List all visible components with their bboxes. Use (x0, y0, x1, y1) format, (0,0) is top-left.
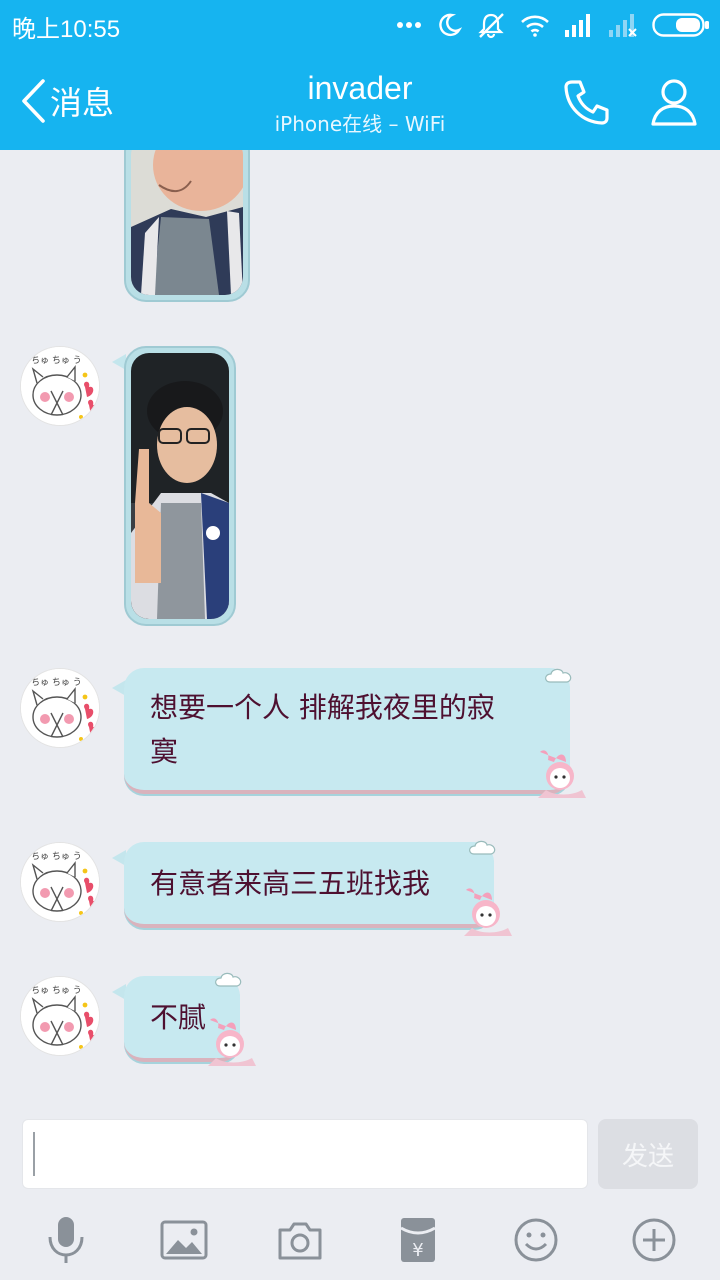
photo-selfie (131, 353, 229, 619)
melody-sticker-icon (538, 750, 586, 798)
signal-off-icon (609, 14, 637, 37)
avatar[interactable]: ちゅ ちゅ う (20, 346, 100, 426)
signal-icon (565, 14, 590, 37)
mute-icon (478, 13, 504, 39)
melody-sticker-icon (208, 1018, 256, 1066)
microphone-icon (48, 1217, 84, 1263)
status-time: 晚上10:55 (12, 16, 121, 43)
plus-icon (632, 1218, 676, 1262)
input-toolbar: ¥ (0, 1200, 720, 1280)
svg-text:ちゅ ちゅ う: ちゅ ちゅ う (31, 677, 82, 688)
emoji-icon (514, 1218, 558, 1262)
image-picker-button[interactable] (156, 1214, 212, 1266)
message-text: 不腻 (150, 1001, 207, 1034)
avatar[interactable]: ちゅ ちゅ う (20, 842, 100, 922)
send-button[interactable]: 发送 (598, 1119, 698, 1189)
chat-title: invader iPhone在线 – WiFi (200, 68, 520, 138)
message-text: 有意者来高三五班找我 (150, 867, 431, 900)
avatar[interactable]: ちゅ ちゅ う (20, 976, 100, 1056)
contact-status: iPhone在线 – WiFi (274, 112, 446, 136)
message-text-line: 寞 (150, 735, 179, 768)
battery-icon (652, 13, 709, 37)
emoji-button[interactable] (508, 1214, 564, 1266)
melody-sticker-icon (464, 888, 512, 936)
cloud-sticker-icon (215, 972, 242, 987)
chat-area[interactable]: ちゅ ちゅ う ちゅ ちゅ う 想要一个人 排解我夜里的寂 寞 ちゅ ちゅ う … (0, 150, 720, 1100)
text-message[interactable]: 有意者来高三五班找我 (124, 842, 494, 928)
text-message[interactable]: 想要一个人 排解我夜里的寂 寞 (124, 668, 570, 794)
camera-icon (278, 1222, 322, 1260)
photo-selfie (131, 150, 243, 295)
input-bar: 发送 (0, 1100, 720, 1200)
image-icon (160, 1220, 208, 1260)
call-button[interactable] (556, 72, 616, 132)
red-packet-icon: ¥ (400, 1218, 436, 1262)
chevron-left-icon (22, 79, 45, 123)
svg-text:¥: ¥ (412, 1240, 423, 1261)
profile-button[interactable] (644, 72, 704, 132)
phone-icon (564, 80, 609, 125)
message-input[interactable] (22, 1119, 588, 1189)
status-icons (396, 8, 710, 42)
moon-icon (439, 13, 462, 37)
svg-text:ちゅ ちゅ う: ちゅ ちゅ う (31, 985, 82, 996)
svg-text:ちゅ ちゅ う: ちゅ ちゅ う (31, 851, 82, 862)
avatar[interactable]: ちゅ ちゅ う (20, 668, 100, 748)
more-button[interactable] (626, 1214, 682, 1266)
message-text-line: 想要一个人 排解我夜里的寂 (150, 691, 495, 724)
back-button[interactable]: 消息 (20, 78, 114, 124)
wifi-icon (521, 15, 549, 37)
status-bar: 晚上10:55 (0, 0, 720, 50)
back-label: 消息 (50, 84, 115, 122)
more-dots-icon (397, 22, 421, 28)
cloud-sticker-icon (469, 840, 496, 855)
profile-icon (651, 79, 697, 126)
text-caret (33, 1132, 35, 1176)
voice-button[interactable] (38, 1214, 94, 1266)
contact-name: invader (307, 70, 413, 106)
image-message[interactable] (124, 346, 236, 626)
image-message[interactable] (124, 150, 250, 302)
cloud-sticker-icon (545, 668, 572, 683)
red-packet-button[interactable]: ¥ (390, 1214, 446, 1266)
svg-text:ちゅ ちゅ う: ちゅ ちゅ う (31, 355, 82, 366)
camera-button[interactable] (272, 1214, 328, 1266)
app-header: 晚上10:55 消息 invader iPhone在线 – WiFi (0, 0, 720, 150)
